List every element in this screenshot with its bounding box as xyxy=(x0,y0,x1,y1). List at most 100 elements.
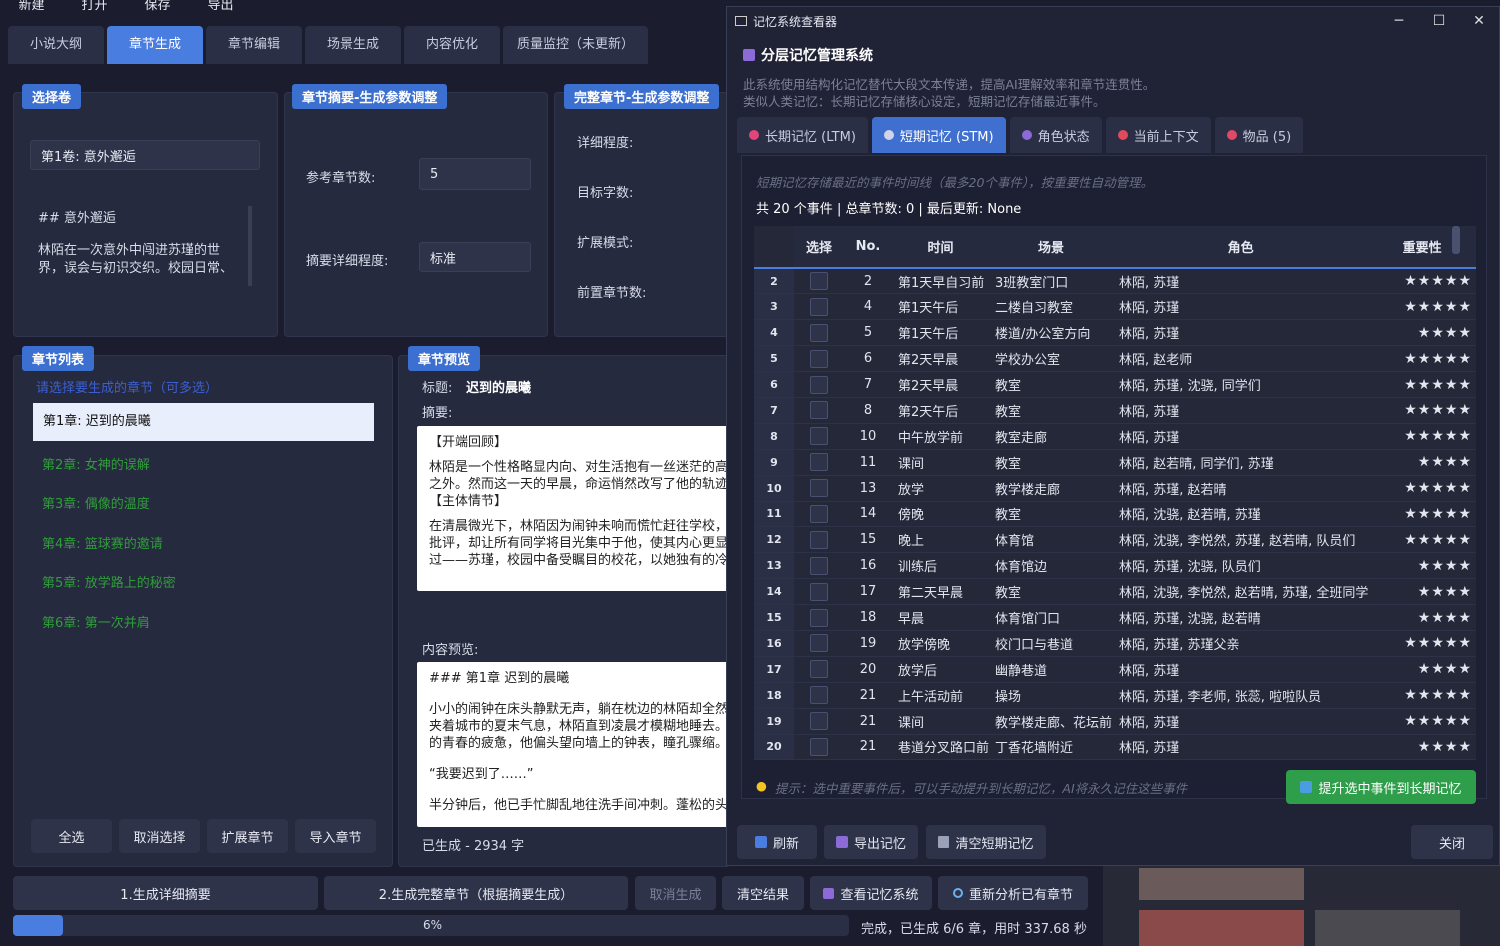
table-row[interactable]: 18 21 上午活动前 操场 林陌, 苏瑾, 李老师, 张蕊, 啦啦队员 ★★★★★ xyxy=(754,682,1476,709)
minimize-icon[interactable]: ─ xyxy=(1379,13,1419,29)
col-scene[interactable]: 场景 xyxy=(989,226,1114,269)
tab-outline[interactable]: 小说大纲 xyxy=(8,26,104,64)
table-row[interactable]: 13 16 训练后 体育馆边 林陌, 苏瑾, 沈骁, 队员们 ★★★★ xyxy=(754,552,1476,580)
row-checkbox[interactable] xyxy=(794,423,844,450)
maximize-icon[interactable]: ☐ xyxy=(1419,13,1459,29)
table-row[interactable]: 19 21 课间 教学楼走廊、花坛前 林陌, 苏瑾 ★★★★★ xyxy=(754,708,1476,735)
tab-ltm[interactable]: 长期记忆 (LTM) xyxy=(737,117,868,153)
chapter-item[interactable]: 第1章: 迟到的晨曦 xyxy=(33,403,374,441)
row-checkbox[interactable] xyxy=(794,578,844,606)
volume-select[interactable]: 第1卷: 意外邂逅 xyxy=(30,140,260,170)
row-checkbox[interactable] xyxy=(794,630,844,657)
summary-detail-select[interactable]: 标准 xyxy=(419,242,531,272)
import-chapter-button[interactable]: 导入章节 xyxy=(295,819,376,853)
row-checkbox[interactable] xyxy=(794,371,844,398)
table-row[interactable]: 5 6 第2天早晨 学校办公室 林陌, 赵老师 ★★★★★ xyxy=(754,345,1476,373)
checkbox[interactable] xyxy=(810,582,828,601)
menu-save[interactable]: 保存 xyxy=(126,0,189,18)
table-row[interactable]: 7 8 第2天午后 教室 林陌, 苏瑾 ★★★★★ xyxy=(754,397,1476,424)
tab-quality-monitor[interactable]: 质量监控（未更新） xyxy=(503,26,649,64)
checkbox[interactable] xyxy=(810,686,828,705)
checkbox[interactable] xyxy=(810,634,828,653)
close-icon[interactable]: ✕ xyxy=(1459,13,1499,29)
table-scrollbar[interactable] xyxy=(1452,226,1460,254)
tab-stm[interactable]: 短期记忆 (STM) xyxy=(871,117,1006,153)
row-checkbox[interactable] xyxy=(794,708,844,735)
tab-content-optimize[interactable]: 内容优化 xyxy=(404,26,500,64)
checkbox[interactable] xyxy=(810,479,828,498)
checkbox[interactable] xyxy=(810,272,828,291)
tab-chapter-edit[interactable]: 章节编辑 xyxy=(206,26,302,64)
checkbox[interactable] xyxy=(810,737,828,756)
checkbox[interactable] xyxy=(810,660,828,679)
table-row[interactable]: 4 5 第1天午后 楼道/办公室方向 林陌, 苏瑾 ★★★★ xyxy=(754,319,1476,347)
row-checkbox[interactable] xyxy=(794,319,844,347)
menu-open[interactable]: 打开 xyxy=(63,0,126,18)
menu-export[interactable]: 导出 xyxy=(189,0,252,18)
expand-chapter-button[interactable]: 扩展章节 xyxy=(207,819,288,853)
table-row[interactable]: 8 10 中午放学前 教室走廊 林陌, 苏瑾 ★★★★★ xyxy=(754,423,1476,450)
col-no[interactable]: No. xyxy=(844,226,892,269)
row-checkbox[interactable] xyxy=(794,501,844,528)
row-checkbox[interactable] xyxy=(794,526,844,554)
chapter-item[interactable]: 第5章: 放学路上的秘密 xyxy=(42,572,176,591)
row-checkbox[interactable] xyxy=(794,604,844,631)
checkbox[interactable] xyxy=(810,453,828,472)
row-checkbox[interactable] xyxy=(794,268,844,295)
table-row[interactable]: 12 15 晚上 体育馆 林陌, 沈骁, 李悦然, 苏瑾, 赵若晴, 队员们 ★★★★★ xyxy=(754,526,1476,554)
row-checkbox[interactable] xyxy=(794,734,844,760)
row-checkbox[interactable] xyxy=(794,475,844,502)
tab-scene-generate[interactable]: 场景生成 xyxy=(305,26,401,64)
table-row[interactable]: 6 7 第2天早晨 教室 林陌, 苏瑾, 沈骁, 同学们 ★★★★★ xyxy=(754,371,1476,398)
row-checkbox[interactable] xyxy=(794,656,844,683)
export-memory-button[interactable]: 导出记忆 xyxy=(824,825,918,859)
checkbox[interactable] xyxy=(810,375,828,394)
tab-chapter-generate[interactable]: 章节生成 xyxy=(107,26,203,64)
col-select[interactable]: 选择 xyxy=(794,226,844,269)
table-row[interactable]: 17 20 放学后 幽静巷道 林陌, 苏瑾 ★★★★ xyxy=(754,656,1476,683)
checkbox[interactable] xyxy=(810,712,828,731)
chapter-item[interactable]: 第3章: 偶像的温度 xyxy=(42,493,150,512)
tab-items[interactable]: 物品 (5) xyxy=(1214,117,1304,153)
reanalyze-button[interactable]: 重新分析已有章节 xyxy=(938,876,1088,910)
refresh-button[interactable]: 刷新 xyxy=(737,825,817,859)
cancel-generate-button[interactable]: 取消生成 xyxy=(635,876,716,910)
promote-to-ltm-button[interactable]: 提升选中事件到长期记忆 xyxy=(1286,770,1476,804)
row-checkbox[interactable] xyxy=(794,293,844,321)
row-checkbox[interactable] xyxy=(794,682,844,709)
table-row[interactable]: 9 11 课间 教室 林陌, 赵若晴, 同学们, 苏瑾 ★★★★ xyxy=(754,449,1476,476)
table-row[interactable]: 2 2 第1天早自习前 3班教室门口 林陌, 苏瑾 ★★★★★ xyxy=(754,268,1476,295)
checkbox[interactable] xyxy=(810,556,828,575)
view-memory-button[interactable]: 查看记忆系统 xyxy=(810,876,932,910)
chapter-item[interactable]: 第4章: 篮球赛的邀请 xyxy=(42,533,163,552)
checkbox[interactable] xyxy=(810,427,828,446)
select-all-button[interactable]: 全选 xyxy=(31,819,112,853)
row-checkbox[interactable] xyxy=(794,552,844,580)
chapter-item[interactable]: 第6章: 第一次并肩 xyxy=(42,612,150,631)
close-button[interactable]: 关闭 xyxy=(1411,825,1493,859)
col-time[interactable]: 时间 xyxy=(892,226,990,269)
table-row[interactable]: 3 4 第1天午后 二楼自习教室 林陌, 苏瑾 ★★★★★ xyxy=(754,293,1476,321)
checkbox[interactable] xyxy=(810,349,828,368)
generate-summary-button[interactable]: 1.生成详细摘要 xyxy=(13,876,318,910)
row-checkbox[interactable] xyxy=(794,345,844,373)
row-checkbox[interactable] xyxy=(794,449,844,476)
table-row[interactable]: 15 18 早晨 体育馆门口 林陌, 苏瑾, 沈骁, 赵若晴 ★★★★ xyxy=(754,604,1476,631)
tab-current-context[interactable]: 当前上下文 xyxy=(1105,117,1211,153)
generate-full-chapter-button[interactable]: 2.生成完整章节（根据摘要生成） xyxy=(324,876,628,910)
table-row[interactable]: 11 14 傍晚 教室 林陌, 沈骁, 赵若晴, 苏瑾 ★★★★★ xyxy=(754,501,1476,528)
chapter-item[interactable]: 第2章: 女神的误解 xyxy=(42,454,150,473)
checkbox[interactable] xyxy=(810,401,828,420)
deselect-button[interactable]: 取消选择 xyxy=(119,819,200,853)
clear-results-button[interactable]: 清空结果 xyxy=(722,876,804,910)
checkbox[interactable] xyxy=(810,297,828,316)
checkbox[interactable] xyxy=(810,608,828,627)
checkbox[interactable] xyxy=(810,530,828,549)
table-row[interactable]: 10 13 放学 教学楼走廊 林陌, 苏瑾, 赵若晴 ★★★★★ xyxy=(754,475,1476,502)
table-row[interactable]: 14 17 第二天早晨 教室 林陌, 沈骁, 李悦然, 赵若晴, 苏瑾, 全班同学 ★★★… xyxy=(754,578,1476,606)
clear-stm-button[interactable]: 清空短期记忆 xyxy=(926,825,1046,859)
checkbox[interactable] xyxy=(810,323,828,342)
checkbox[interactable] xyxy=(810,504,828,523)
row-checkbox[interactable] xyxy=(794,397,844,424)
tab-character-state[interactable]: 角色状态 xyxy=(1009,117,1102,153)
